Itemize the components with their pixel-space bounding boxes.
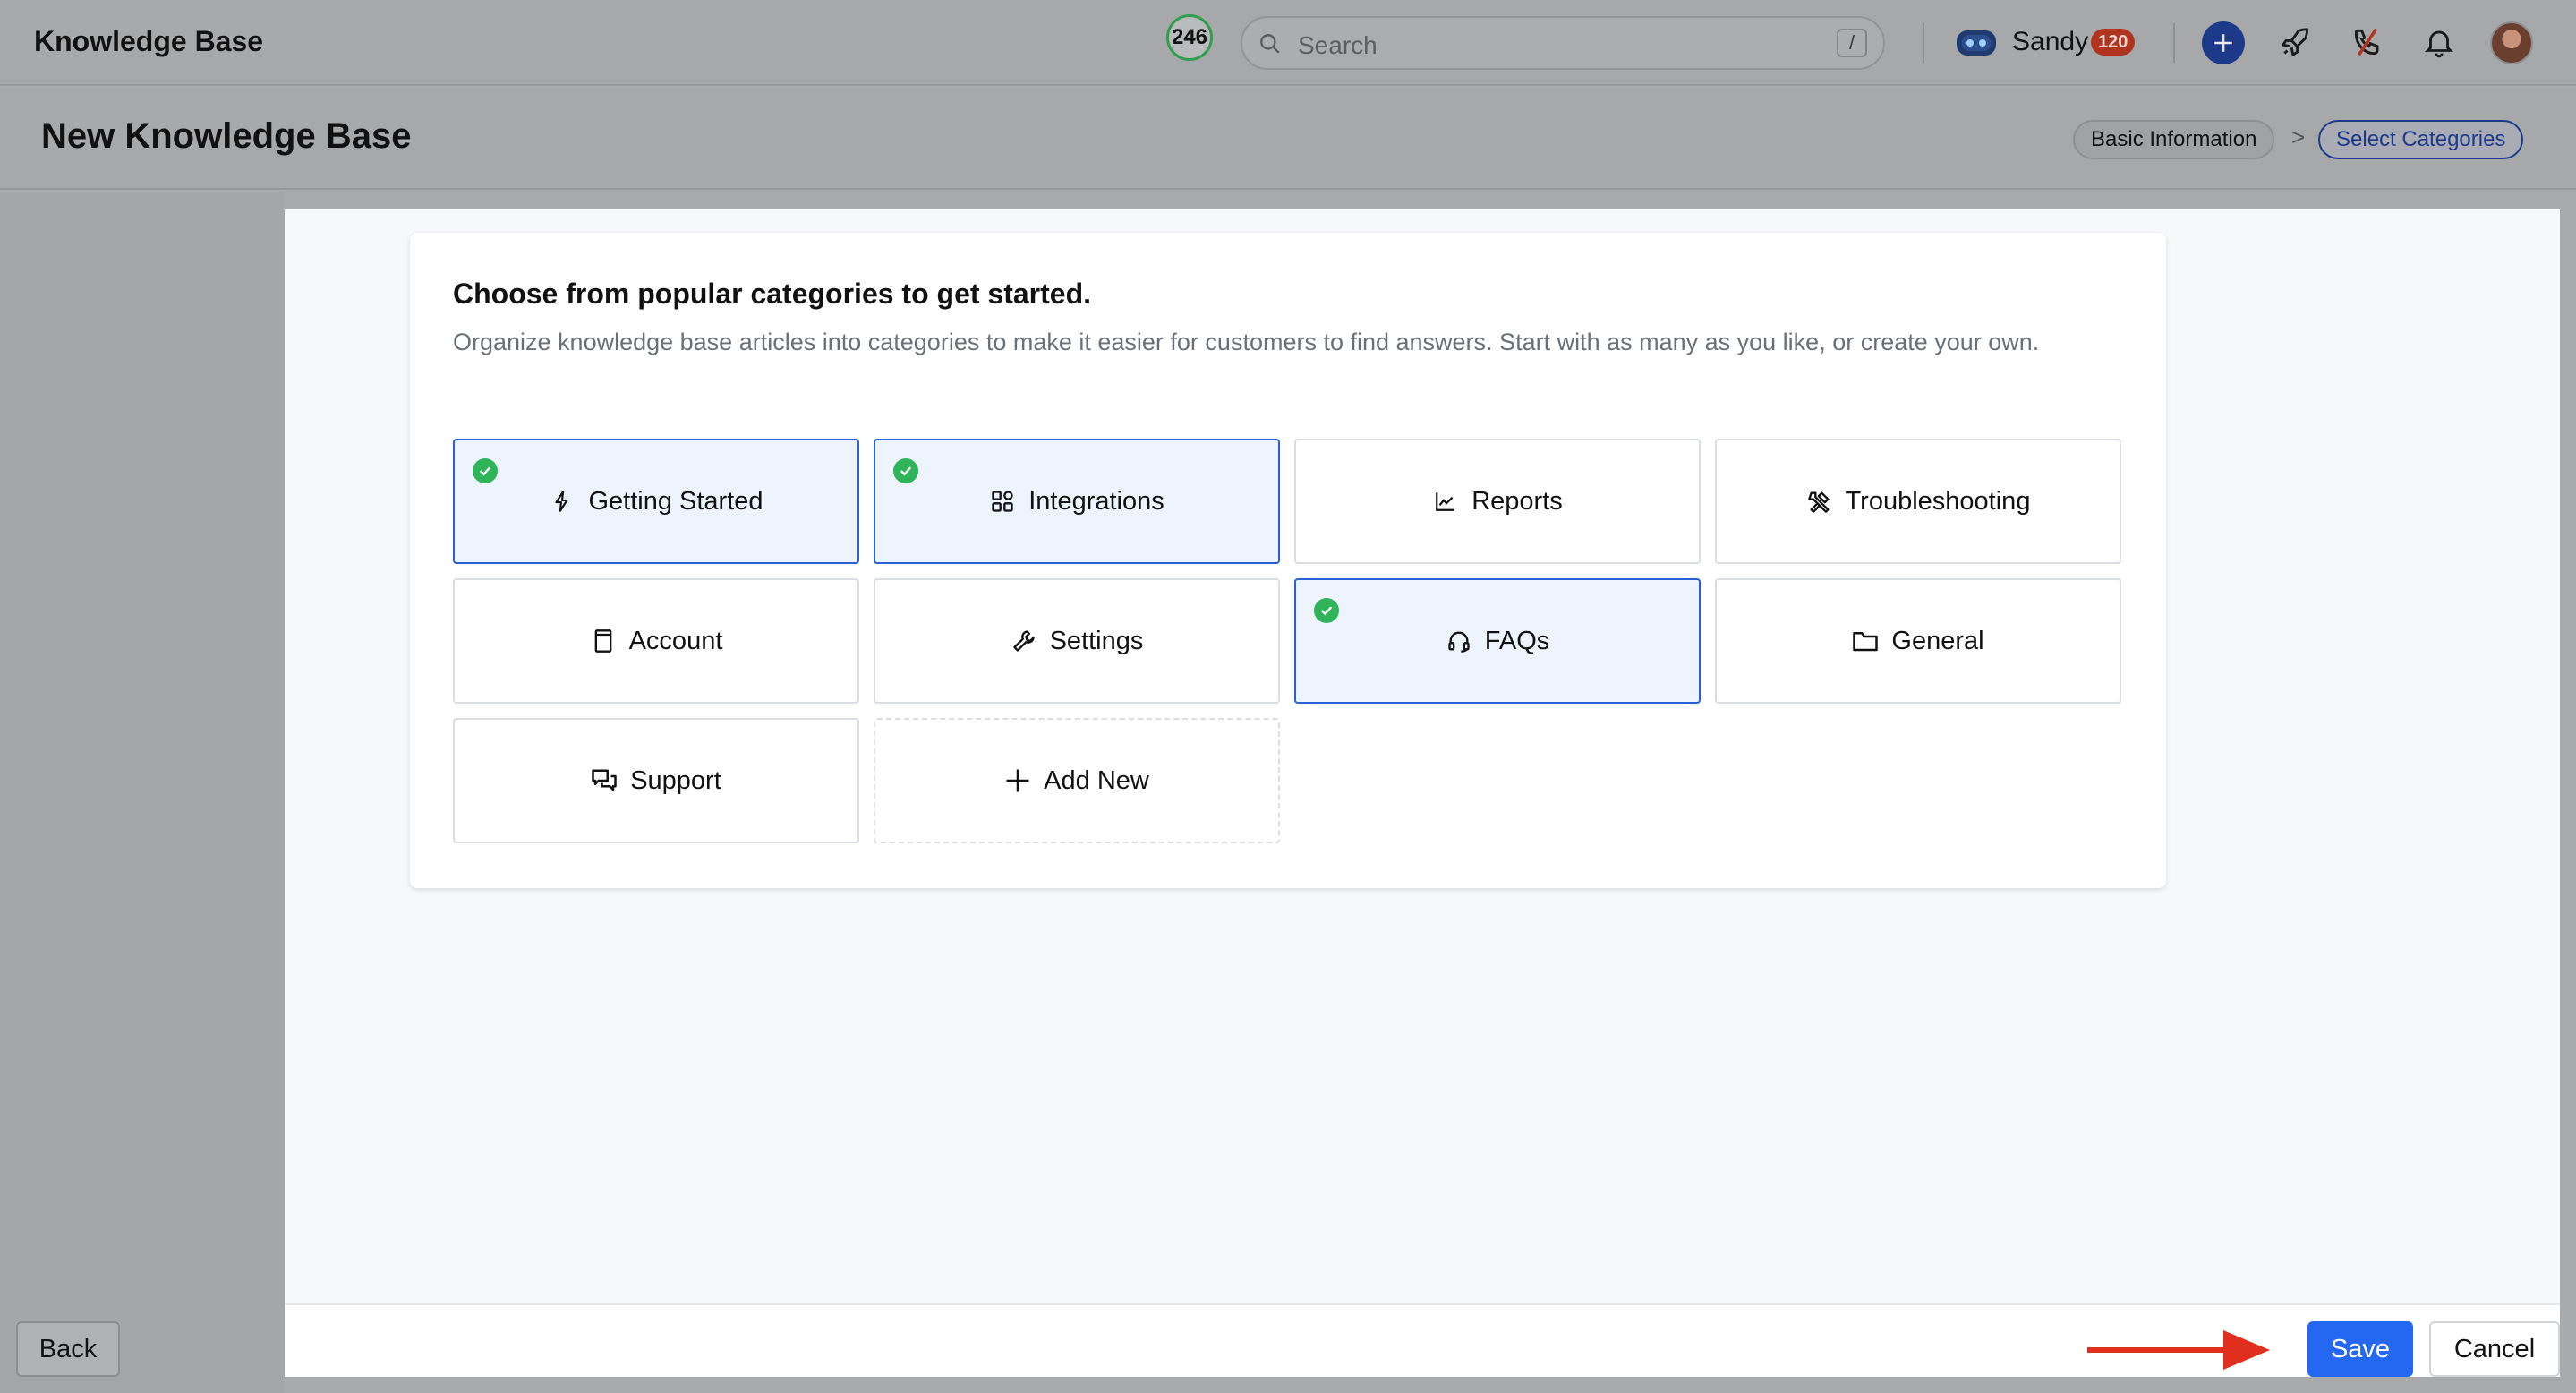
check-icon bbox=[473, 458, 498, 483]
bell-icon[interactable] bbox=[2422, 25, 2456, 59]
category-reports[interactable]: Reports bbox=[1294, 439, 1701, 564]
check-icon bbox=[1314, 598, 1339, 623]
user-badge: 120 bbox=[2091, 29, 2136, 56]
wrench-icon bbox=[1011, 628, 1037, 654]
plus-icon bbox=[2214, 34, 2232, 52]
app-title: Knowledge Base bbox=[34, 25, 264, 57]
category-label: General bbox=[1891, 626, 1984, 655]
cancel-button[interactable]: Cancel bbox=[2429, 1321, 2560, 1377]
category-label: Reports bbox=[1471, 486, 1563, 516]
bot-icon[interactable] bbox=[1955, 27, 1998, 59]
chevron-right-icon: > bbox=[2291, 124, 2306, 150]
tools-icon bbox=[1806, 488, 1833, 515]
chart-line-icon bbox=[1432, 488, 1459, 515]
category-label: Account bbox=[628, 626, 723, 655]
avatar[interactable] bbox=[2490, 21, 2533, 64]
add-button[interactable] bbox=[2202, 21, 2245, 64]
category-integrations[interactable]: Integrations bbox=[874, 439, 1280, 564]
divider bbox=[2173, 23, 2175, 63]
phone-off-icon[interactable] bbox=[2350, 25, 2384, 59]
notification-counter[interactable]: 246 bbox=[1166, 14, 1213, 61]
save-button[interactable]: Save bbox=[2307, 1321, 2413, 1377]
divider bbox=[1923, 23, 1924, 63]
category-label: Support bbox=[630, 765, 721, 795]
category-general[interactable]: General bbox=[1715, 578, 2121, 704]
check-icon bbox=[893, 458, 918, 483]
search-box[interactable]: Search / bbox=[1241, 16, 1885, 70]
back-button[interactable]: Back bbox=[16, 1321, 120, 1377]
category-support[interactable]: Support bbox=[453, 718, 859, 843]
add-new-label: Add New bbox=[1044, 765, 1149, 795]
search-icon bbox=[1260, 34, 1280, 54]
page-title: New Knowledge Base bbox=[41, 116, 412, 156]
lightning-icon bbox=[549, 488, 576, 515]
add-new-category-button[interactable]: Add New bbox=[874, 718, 1280, 843]
category-troubleshooting[interactable]: Troubleshooting bbox=[1715, 439, 2121, 564]
book-icon bbox=[590, 628, 617, 654]
rocket-icon[interactable] bbox=[2279, 25, 2313, 59]
category-label: Troubleshooting bbox=[1845, 486, 2031, 516]
folder-icon bbox=[1852, 628, 1879, 654]
categories-card: Choose from popular categories to get st… bbox=[410, 233, 2166, 888]
card-description: Organize knowledge base articles into ca… bbox=[453, 329, 2040, 355]
annotation-arrow-icon bbox=[2087, 1330, 2270, 1370]
category-settings[interactable]: Settings bbox=[874, 578, 1280, 704]
search-shortcut-key: / bbox=[1837, 29, 1867, 57]
headset-icon bbox=[1446, 628, 1472, 654]
grid-apps-icon bbox=[989, 488, 1016, 515]
step-select-categories[interactable]: Select Categories bbox=[2318, 120, 2524, 159]
card-title: Choose from popular categories to get st… bbox=[453, 278, 1091, 310]
chat-bubbles-icon bbox=[591, 767, 618, 794]
category-getting-started[interactable]: Getting Started bbox=[453, 439, 859, 564]
category-faqs[interactable]: FAQs bbox=[1294, 578, 1701, 704]
category-label: FAQs bbox=[1484, 626, 1550, 655]
category-label: Integrations bbox=[1028, 486, 1164, 516]
user-name[interactable]: Sandy bbox=[2012, 27, 2088, 57]
category-account[interactable]: Account bbox=[453, 578, 859, 704]
plus-icon bbox=[1004, 767, 1031, 794]
top-bar: Knowledge Base 246 Search / Sandy 120 bbox=[0, 0, 2576, 86]
left-gutter bbox=[0, 192, 285, 1393]
page-header: New Knowledge Base Basic Information > S… bbox=[0, 88, 2576, 190]
step-basic-information[interactable]: Basic Information bbox=[2073, 120, 2275, 159]
category-label: Getting Started bbox=[588, 486, 763, 516]
category-label: Settings bbox=[1049, 626, 1144, 655]
search-input[interactable]: Search bbox=[1298, 31, 1378, 60]
